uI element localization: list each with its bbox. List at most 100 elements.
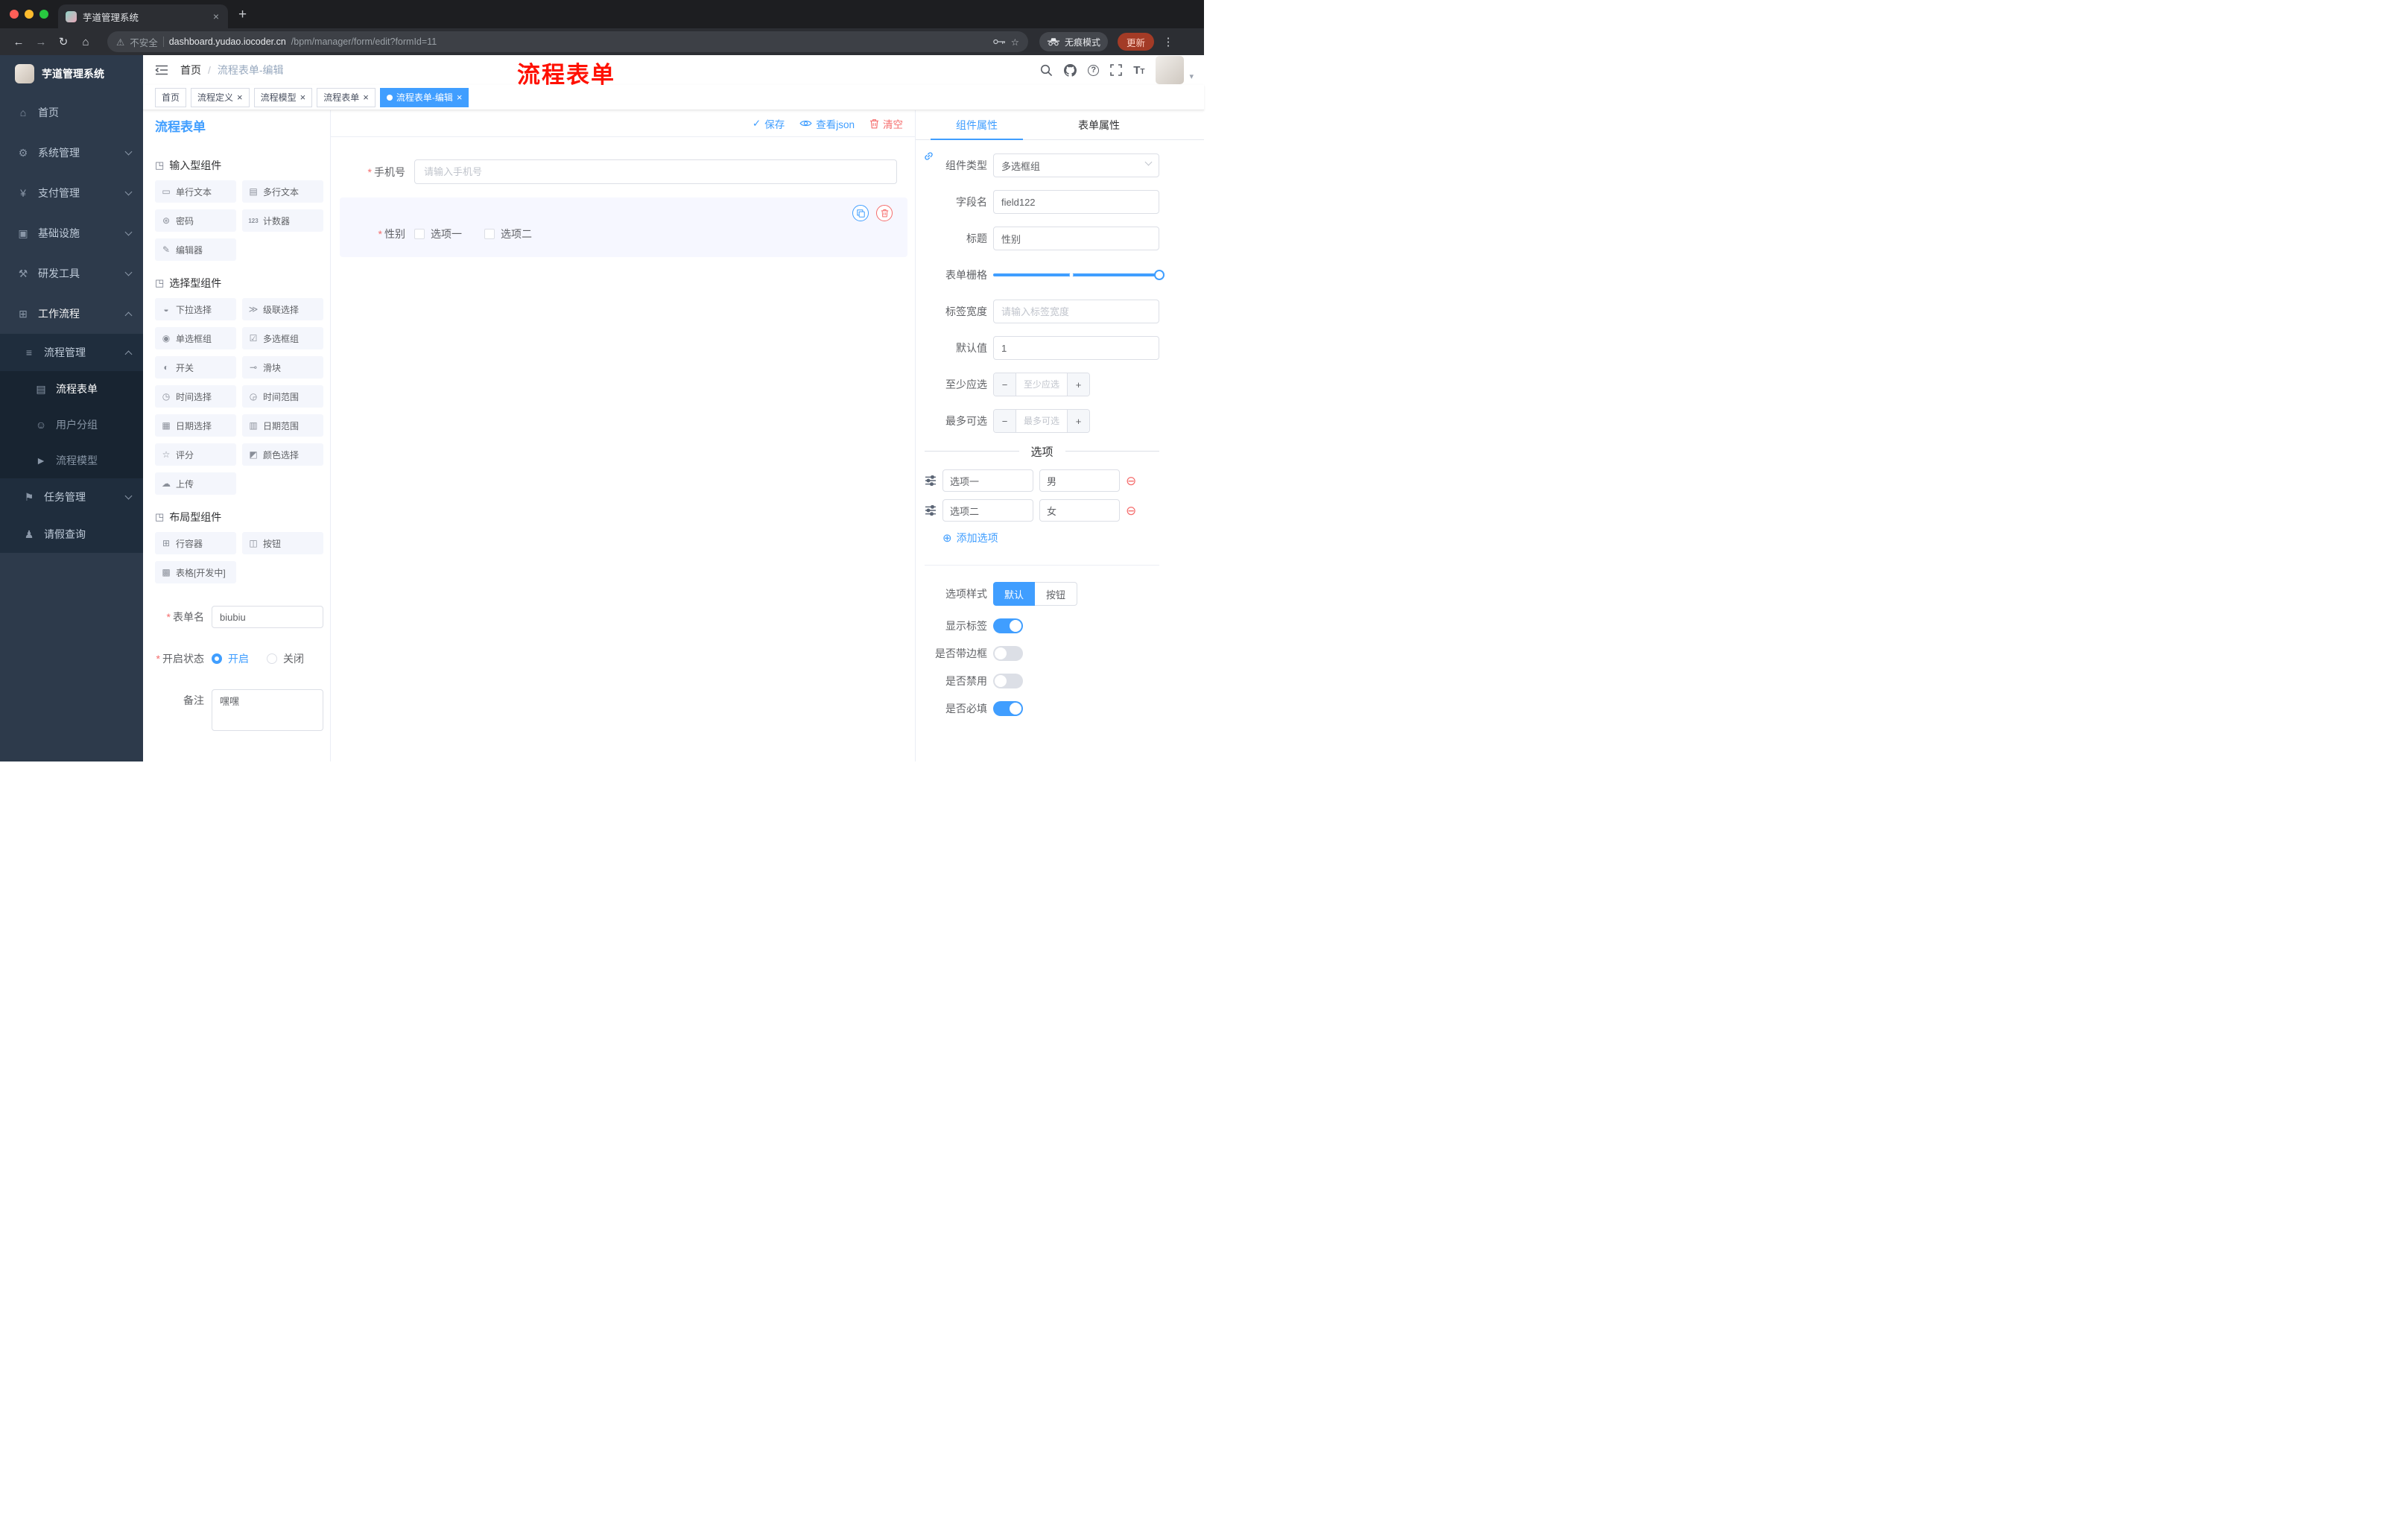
phone-input[interactable] xyxy=(414,159,897,184)
help-icon[interactable]: ? xyxy=(1088,64,1100,76)
sidebar-item-workflow[interactable]: ⊞ 工作流程 xyxy=(0,294,143,334)
increase-button[interactable]: + xyxy=(1067,410,1089,432)
checkbox-option-2[interactable]: 选项二 xyxy=(484,227,532,241)
chip-time-picker[interactable]: ◷ 时间选择 xyxy=(155,385,236,408)
address-bar[interactable]: ⚠ 不安全 dashboard.yudao.iocoder.cn /bpm/ma… xyxy=(107,31,1028,52)
sidebar-item-payment[interactable]: ¥ 支付管理 xyxy=(0,173,143,213)
radio-off[interactable] xyxy=(267,653,277,664)
slider-handle[interactable] xyxy=(1154,270,1165,280)
bookmark-star-icon[interactable]: ☆ xyxy=(1011,37,1019,48)
increase-button[interactable]: + xyxy=(1067,373,1089,396)
title-input[interactable] xyxy=(993,227,1159,250)
chip-cascader[interactable]: ≫ 级联选择 xyxy=(242,298,323,320)
option-label-input[interactable] xyxy=(942,499,1033,522)
user-avatar[interactable] xyxy=(1156,56,1185,84)
tag-process-model[interactable]: 流程模型 × xyxy=(253,87,313,107)
clear-button[interactable]: 清空 xyxy=(869,116,903,131)
chip-upload[interactable]: ☁ 上传 xyxy=(155,472,236,495)
checkbox-box[interactable] xyxy=(414,229,425,239)
drawing-item-gender-selected[interactable]: * 性别 选项一 选项二 xyxy=(340,197,907,257)
remove-option-icon[interactable]: ⊖ xyxy=(1126,475,1136,487)
radio-on-label[interactable]: 开启 xyxy=(228,647,249,670)
home-button[interactable]: ⌂ xyxy=(75,36,97,48)
label-width-input[interactable] xyxy=(993,300,1159,323)
chip-table[interactable]: ▩ 表格[开发中] xyxy=(155,561,236,583)
chip-rate[interactable]: ☆ 评分 xyxy=(155,443,236,466)
required-switch[interactable] xyxy=(993,701,1023,716)
style-default-button[interactable]: 默认 xyxy=(993,582,1036,606)
min-select-input[interactable] xyxy=(1016,373,1067,396)
sidebar-item-process-management[interactable]: ≡ 流程管理 xyxy=(0,334,143,371)
sidebar-item-leave-query[interactable]: ♟ 请假查询 xyxy=(0,516,143,553)
sidebar-item-infrastructure[interactable]: ▣ 基础设施 xyxy=(0,213,143,253)
style-button-button[interactable]: 按钮 xyxy=(1035,582,1078,606)
chip-radio-group[interactable]: ◉ 单选框组 xyxy=(155,327,236,349)
show-label-switch[interactable] xyxy=(993,618,1023,633)
sidebar-item-devtools[interactable]: ⚒ 研发工具 xyxy=(0,253,143,294)
save-button[interactable]: ✓ 保存 xyxy=(752,116,785,131)
option-value-input[interactable] xyxy=(1039,469,1120,492)
add-option-button[interactable]: ⊕ 添加选项 xyxy=(942,531,1159,545)
search-icon[interactable] xyxy=(1040,64,1053,77)
tag-process-form[interactable]: 流程表单 × xyxy=(317,87,376,107)
app-logo[interactable]: 芋道管理系统 xyxy=(0,55,143,92)
password-key-icon[interactable] xyxy=(993,38,1006,45)
new-tab-button[interactable]: + xyxy=(238,7,247,22)
forward-button[interactable]: → xyxy=(30,36,52,48)
chip-select[interactable]: ◒ 下拉选择 xyxy=(155,298,236,320)
tab-form-props[interactable]: 表单属性 xyxy=(1038,110,1160,139)
chip-password[interactable]: ⊛ 密码 xyxy=(155,209,236,232)
chip-color-picker[interactable]: ◩ 颜色选择 xyxy=(242,443,323,466)
sidebar-item-task-management[interactable]: ⚑ 任务管理 xyxy=(0,478,143,516)
slider-track[interactable] xyxy=(993,270,1165,280)
option-label-input[interactable] xyxy=(942,469,1033,492)
chip-date-picker[interactable]: ▦ 日期选择 xyxy=(155,414,236,437)
sidebar-item-process-form[interactable]: ▤ 流程表单 xyxy=(0,371,143,407)
drawing-board[interactable]: *手机号 * xyxy=(331,137,915,762)
tag-process-definition[interactable]: 流程定义 × xyxy=(191,87,250,107)
github-icon[interactable] xyxy=(1064,63,1077,77)
chip-editor[interactable]: ✎ 编辑器 xyxy=(155,238,236,261)
chip-counter[interactable]: 123 计数器 xyxy=(242,209,323,232)
drag-handle-icon[interactable] xyxy=(925,505,937,516)
radio-on[interactable] xyxy=(212,653,222,664)
component-type-select[interactable]: 多选框组 xyxy=(993,153,1159,177)
font-size-icon[interactable]: TT xyxy=(1133,65,1144,76)
option-value-input[interactable] xyxy=(1039,499,1120,522)
close-icon[interactable]: × xyxy=(300,92,306,102)
tag-home[interactable]: 首页 xyxy=(155,87,187,107)
grid-slider[interactable] xyxy=(993,263,1165,287)
chip-switch[interactable]: ◐ 开关 xyxy=(155,356,236,379)
form-name-input[interactable] xyxy=(212,606,323,628)
back-button[interactable]: ← xyxy=(7,36,30,48)
remove-option-icon[interactable]: ⊖ xyxy=(1126,504,1136,517)
close-icon[interactable]: × xyxy=(363,92,369,102)
chip-row-container[interactable]: ⊞ 行容器 xyxy=(155,532,236,554)
fullscreen-icon[interactable] xyxy=(1110,64,1122,76)
default-value-input[interactable] xyxy=(993,336,1159,360)
chip-time-range[interactable]: ◶ 时间范围 xyxy=(242,385,323,408)
chip-date-range[interactable]: ▥ 日期范围 xyxy=(242,414,323,437)
window-zoom-button[interactable] xyxy=(39,10,48,19)
copy-component-button[interactable] xyxy=(852,205,869,221)
close-icon[interactable]: × xyxy=(457,92,463,102)
sidebar-item-home[interactable]: ⌂ 首页 xyxy=(0,92,143,133)
field-name-input[interactable] xyxy=(993,190,1159,214)
chip-single-line-text[interactable]: ▭ 单行文本 xyxy=(155,180,236,203)
window-minimize-button[interactable] xyxy=(25,10,34,19)
chip-checkbox-group[interactable]: ☑ 多选框组 xyxy=(242,327,323,349)
drag-handle-icon[interactable] xyxy=(925,475,937,486)
view-json-button[interactable]: 查看json xyxy=(799,116,855,131)
tab-component-props[interactable]: 组件属性 xyxy=(916,110,1038,140)
decrease-button[interactable]: − xyxy=(994,373,1016,396)
decrease-button[interactable]: − xyxy=(994,410,1016,432)
sidebar-item-system[interactable]: ⚙ 系统管理 xyxy=(0,133,143,173)
delete-component-button[interactable] xyxy=(876,205,893,221)
checkbox-option-1[interactable]: 选项一 xyxy=(414,227,462,241)
chip-textarea[interactable]: ▤ 多行文本 xyxy=(242,180,323,203)
chip-button[interactable]: ◫ 按钮 xyxy=(242,532,323,554)
sidebar-item-process-model[interactable]: ► 流程模型 xyxy=(0,443,143,478)
browser-tab[interactable]: 芋道管理系统 × xyxy=(58,4,228,28)
sidebar-collapse-icon[interactable] xyxy=(155,65,168,75)
checkbox-box[interactable] xyxy=(484,229,495,239)
